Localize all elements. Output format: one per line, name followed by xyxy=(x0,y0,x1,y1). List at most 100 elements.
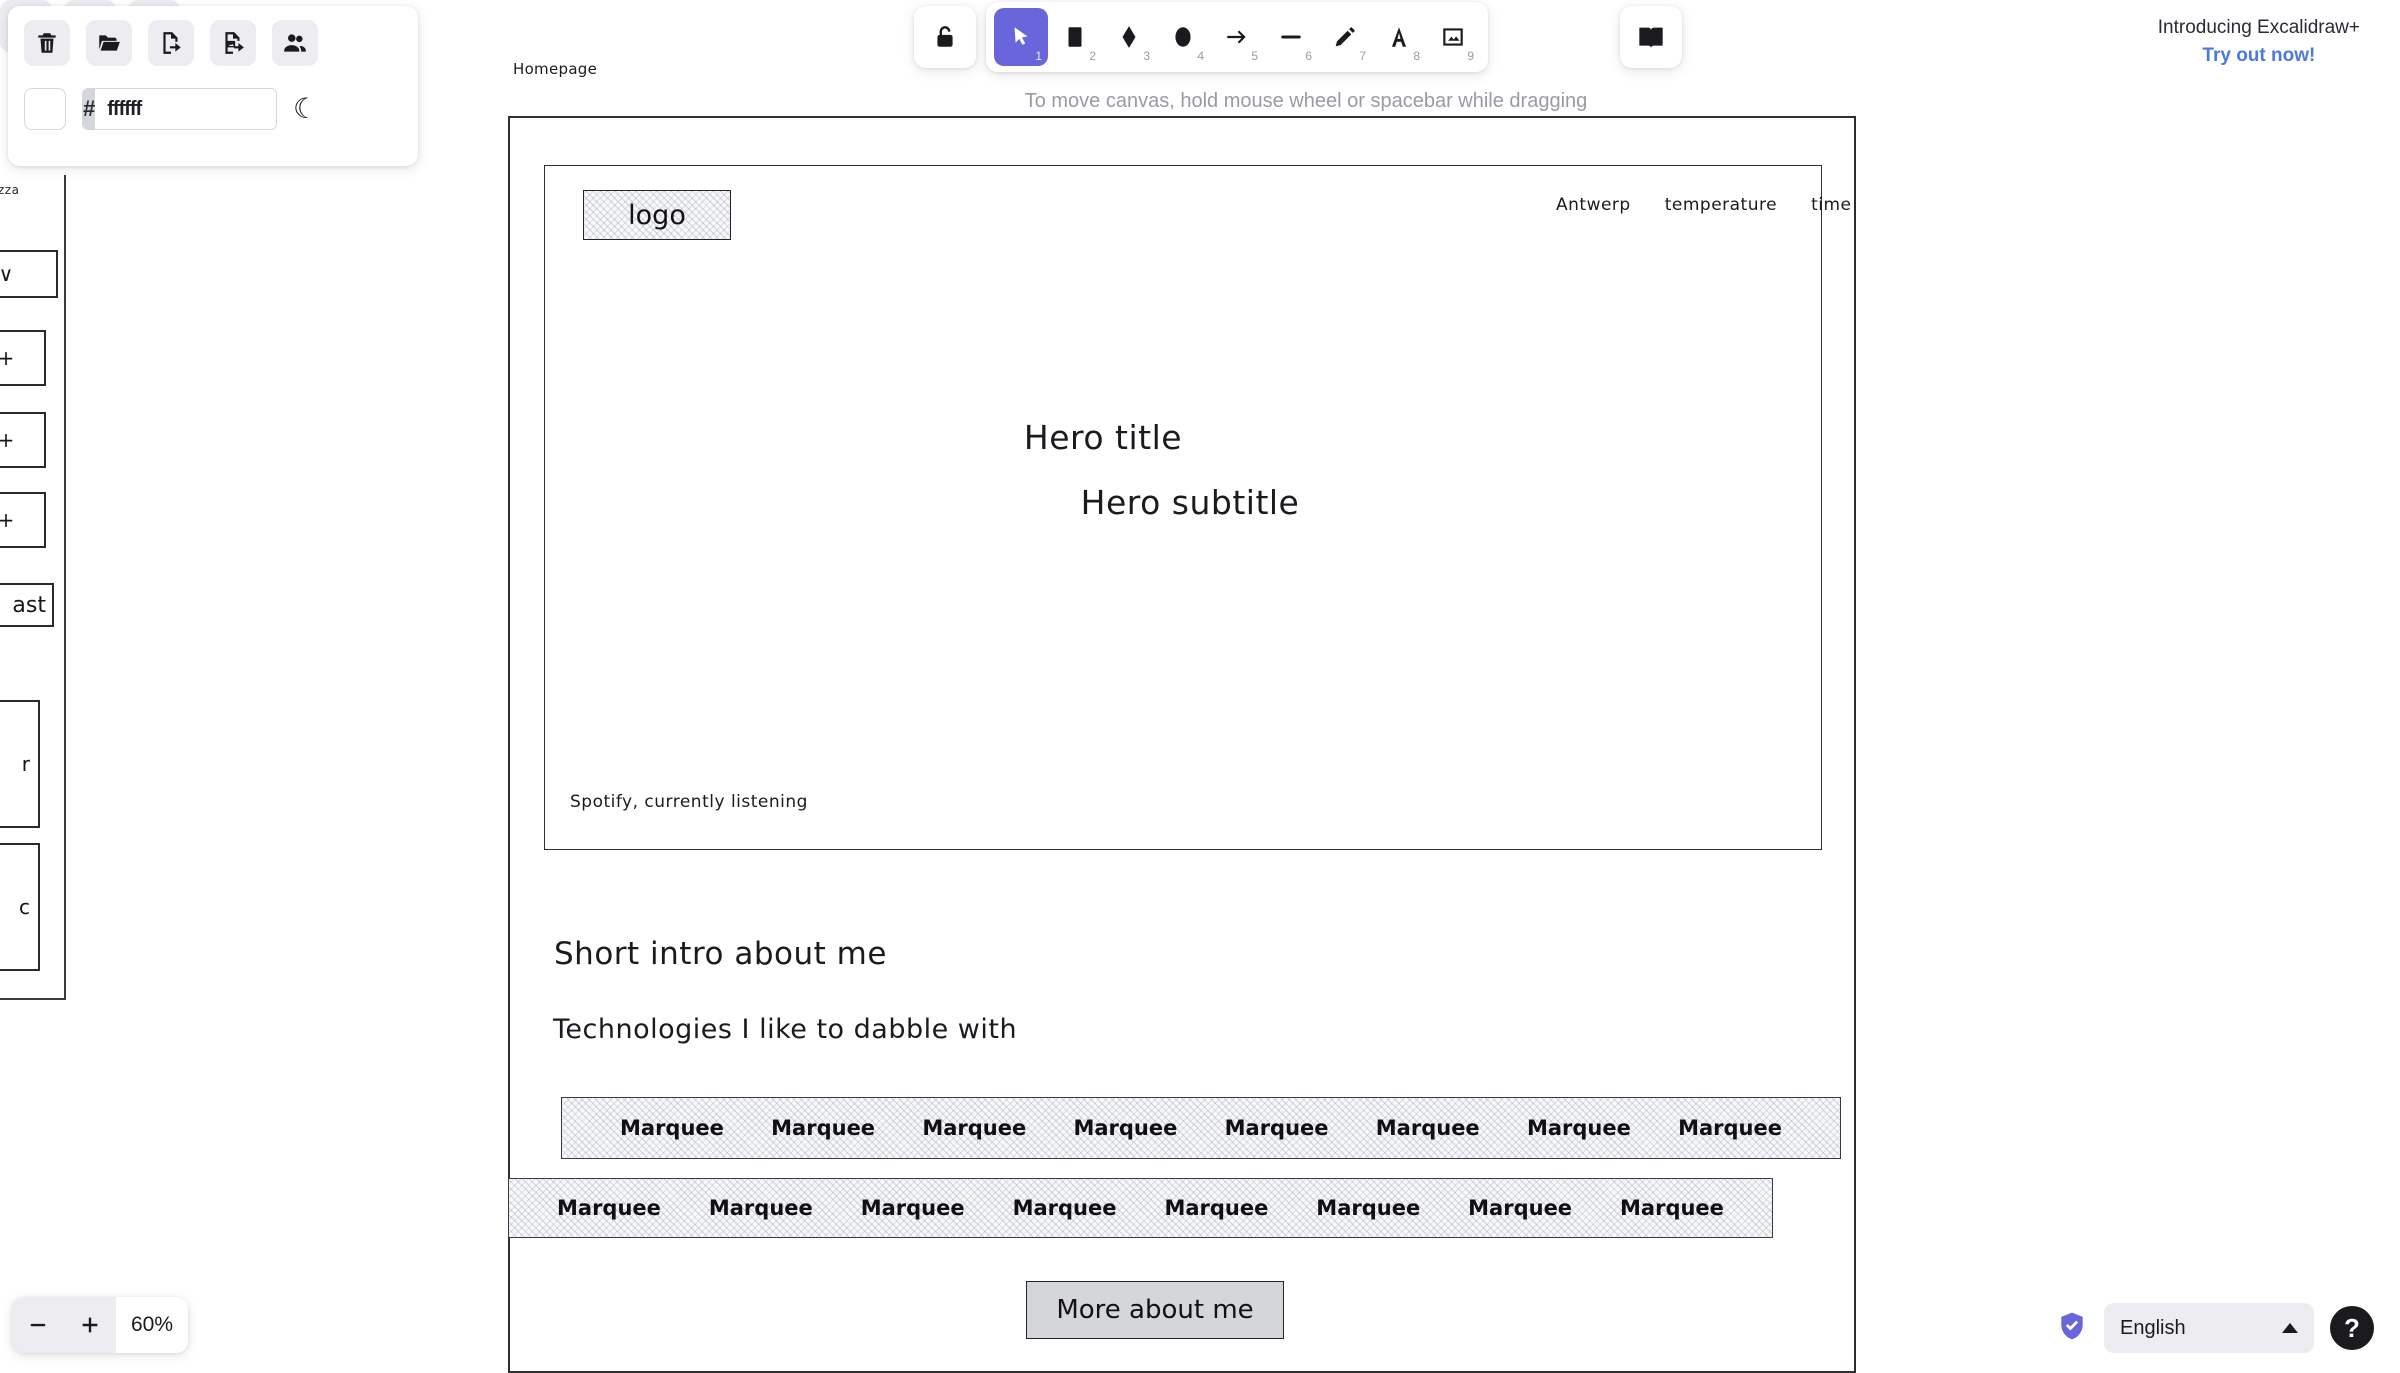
lock-tool-button[interactable] xyxy=(914,6,976,68)
marquee-item: Marquee xyxy=(1073,1116,1178,1140)
diamond-icon xyxy=(1122,26,1136,48)
tool-selection[interactable]: 1 xyxy=(994,8,1048,66)
cta-label: More about me xyxy=(1056,1295,1254,1325)
canvas-hint: To move canvas, hold mouse wheel or spac… xyxy=(1024,90,1588,112)
arrow-icon xyxy=(1227,30,1246,44)
marquee-item: Marquee xyxy=(1526,1116,1631,1140)
marquee-item: Marquee xyxy=(1375,1116,1480,1140)
marquee-item: Marquee xyxy=(1224,1116,1329,1140)
unlock-icon xyxy=(937,26,953,47)
tool-text[interactable]: 8 xyxy=(1372,8,1426,66)
hero-subtitle[interactable]: Hero subtitle xyxy=(1081,483,1300,522)
export-file-icon[interactable] xyxy=(148,20,194,66)
logo-box[interactable]: logo xyxy=(583,190,731,240)
language-select[interactable]: English xyxy=(2104,1303,2314,1353)
chevron-up-icon xyxy=(2282,1323,2298,1333)
tool-shortcut: 4 xyxy=(1197,49,1204,63)
tool-shortcut: 5 xyxy=(1251,49,1258,63)
tool-line[interactable]: 6 xyxy=(1264,8,1318,66)
logo-label: logo xyxy=(628,199,686,231)
shield-check-icon xyxy=(2061,1312,2083,1339)
export-image-icon[interactable] xyxy=(210,20,256,66)
encryption-indicator[interactable] xyxy=(2056,1310,2088,1347)
marquee-row-1[interactable]: Marquee Marquee Marquee Marquee Marquee Marqu… xyxy=(561,1097,1841,1159)
tool-shortcut: 3 xyxy=(1143,49,1150,63)
offscreen-card-shape-2: c xyxy=(0,843,40,971)
zoom-in-button[interactable] xyxy=(64,1297,116,1353)
nav-item-time[interactable]: time xyxy=(1811,195,1851,215)
marquee-item: Marquee xyxy=(771,1116,876,1140)
marquee-item: Marquee xyxy=(557,1196,661,1220)
text-icon xyxy=(1391,27,1407,47)
hero-nav: Antwerp temperature time xyxy=(1556,195,1852,215)
footer-right-controls: English ? xyxy=(2056,1303,2374,1353)
marquee-item: Marquee xyxy=(860,1196,965,1220)
tool-image[interactable]: 9 xyxy=(1426,8,1480,66)
tool-shortcut: 8 xyxy=(1413,49,1420,63)
offscreen-plus-shape-3: + xyxy=(0,492,46,548)
library-button[interactable] xyxy=(1620,6,1682,68)
hex-color-field[interactable]: # xyxy=(82,88,277,130)
offscreen-tiny-label: zza xyxy=(0,183,20,197)
help-button[interactable]: ? xyxy=(2330,1306,2374,1350)
offscreen-plus-shape-2: + xyxy=(0,412,46,468)
tool-ellipse[interactable]: 4 xyxy=(1156,8,1210,66)
offscreen-card-shape-1: r xyxy=(0,700,40,828)
moon-icon[interactable]: ☾ xyxy=(293,95,318,123)
marquee-item: Marquee xyxy=(1164,1196,1269,1220)
tool-shortcut: 2 xyxy=(1089,49,1096,63)
marquee-item: Marquee xyxy=(620,1116,724,1140)
frame-label-homepage: Homepage xyxy=(513,60,598,78)
tool-diamond[interactable]: 3 xyxy=(1102,8,1156,66)
ellipse-icon xyxy=(1175,27,1191,47)
tool-shortcut: 6 xyxy=(1305,49,1312,63)
tool-arrow[interactable]: 5 xyxy=(1210,8,1264,66)
rectangle-icon xyxy=(1068,27,1082,47)
hero-footer-spotify[interactable]: Spotify, currently listening xyxy=(570,792,808,812)
zoom-out-button[interactable] xyxy=(12,1297,64,1353)
file-actions-row xyxy=(24,20,402,66)
people-icon[interactable] xyxy=(272,20,318,66)
cta-more-about-me[interactable]: More about me xyxy=(1026,1281,1284,1339)
marquee-item: Marquee xyxy=(1468,1196,1573,1220)
tool-shortcut: 1 xyxy=(1035,49,1042,63)
marquee-item: Marquee xyxy=(1678,1116,1782,1140)
nav-item-location[interactable]: Antwerp xyxy=(1556,195,1631,215)
hash-prefix: # xyxy=(83,89,96,129)
shapes-toolbar: 1 2 3 4 5 6 7 8 9 xyxy=(986,2,1488,72)
offscreen-plus-shape-1: + xyxy=(0,330,46,386)
drawing-canvas[interactable]: zza ∨ + + + ast r c Homepage logo Antwer… xyxy=(0,0,2400,1373)
hero-title[interactable]: Hero title xyxy=(1024,418,1182,457)
nav-item-temperature[interactable]: temperature xyxy=(1665,195,1777,215)
hex-color-input[interactable] xyxy=(95,89,276,129)
excalidraw-app: zza ∨ + + + ast r c Homepage logo Antwer… xyxy=(0,0,2400,1373)
minus-icon xyxy=(30,1323,46,1327)
zoom-level-value[interactable]: 60% xyxy=(116,1297,188,1353)
tool-shortcut: 9 xyxy=(1467,49,1474,63)
marquee-row-2[interactable]: Marquee Marquee Marquee Marquee Marquee Marqu… xyxy=(508,1178,1773,1238)
excalidraw-plus-promo: Introducing Excalidraw+ Try out now! xyxy=(2158,14,2360,69)
promo-try-now-link[interactable]: Try out now! xyxy=(2158,42,2360,70)
pencil-icon xyxy=(1335,27,1355,47)
canvas-background-swatch[interactable] xyxy=(24,88,66,130)
offscreen-dropdown-shape: ∨ xyxy=(0,250,58,298)
marquee-item: Marquee xyxy=(708,1196,813,1220)
trash-icon[interactable] xyxy=(24,20,70,66)
marquee-item: Marquee xyxy=(1012,1196,1117,1220)
line-icon xyxy=(1281,35,1301,39)
promo-line-1: Introducing Excalidraw+ xyxy=(2157,17,2360,38)
section-intro-heading[interactable]: Short intro about me xyxy=(554,936,887,972)
plus-icon xyxy=(82,1317,98,1333)
offscreen-panel-border-bottom xyxy=(0,998,66,1000)
tool-rectangle[interactable]: 2 xyxy=(1048,8,1102,66)
tool-draw[interactable]: 7 xyxy=(1318,8,1372,66)
offscreen-last-shape: ast xyxy=(0,583,54,627)
marquee-item: Marquee xyxy=(1620,1196,1724,1220)
section-tech-heading[interactable]: Technologies I like to dabble with xyxy=(553,1014,1017,1045)
tool-shortcut: 7 xyxy=(1359,49,1366,63)
language-value: English xyxy=(2120,1316,2186,1339)
folder-open-icon[interactable] xyxy=(86,20,132,66)
zoom-controls: 60% xyxy=(12,1297,188,1353)
canvas-background-row: # ☾ xyxy=(24,88,402,130)
offscreen-panel-border-vertical xyxy=(64,175,66,1000)
